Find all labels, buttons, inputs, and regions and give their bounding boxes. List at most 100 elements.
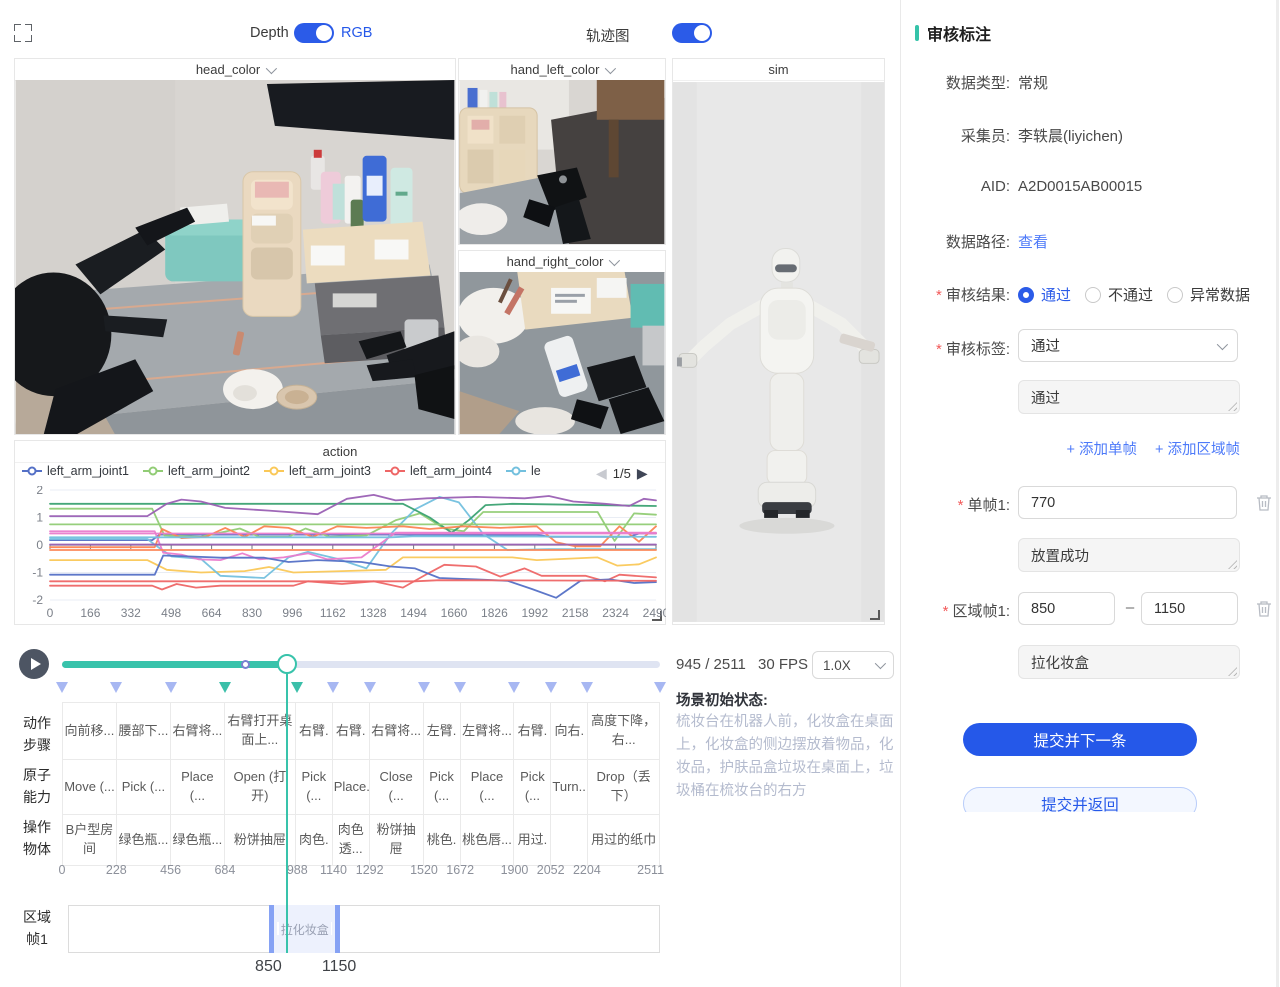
add-links: + 添加单帧 + 添加区域帧 bbox=[1018, 438, 1240, 459]
depth-label: Depth bbox=[250, 25, 289, 41]
data-path-link[interactable]: 查看 bbox=[1018, 231, 1048, 252]
review-tag-select[interactable]: 通过 bbox=[1018, 329, 1238, 362]
svg-text:2490: 2490 bbox=[643, 606, 666, 620]
action-step-cell: 右臂将... bbox=[170, 703, 224, 760]
depth-rgb-toggle[interactable] bbox=[294, 23, 334, 43]
region-frame-note[interactable]: 拉化妆盒 bbox=[1018, 645, 1240, 679]
speed-select[interactable]: 1.0X bbox=[812, 651, 894, 679]
submit-next-button[interactable]: 提交并下一条 bbox=[963, 723, 1197, 756]
hand-left-camera-header[interactable]: hand_left_color bbox=[459, 59, 665, 81]
region-end-input[interactable]: 1150 bbox=[1141, 592, 1238, 625]
frame-axis-tick: 684 bbox=[214, 863, 235, 877]
radio-option-通过[interactable]: 通过 bbox=[1018, 284, 1071, 305]
atomic-skill-cell: Place (... bbox=[460, 760, 514, 815]
hand-left-camera-panel: hand_left_color bbox=[458, 58, 666, 245]
review-panel-title: 审核标注 bbox=[915, 21, 991, 45]
delete-region-frame-icon[interactable] bbox=[1256, 600, 1272, 617]
region-handle-left[interactable] bbox=[277, 922, 279, 935]
svg-text:1328: 1328 bbox=[360, 606, 387, 620]
legend-item-le[interactable]: le bbox=[506, 464, 541, 478]
legend-prev-icon[interactable]: ◀ bbox=[596, 465, 607, 482]
delete-single-frame-icon[interactable] bbox=[1256, 494, 1272, 511]
single-frame-label: *单帧1: bbox=[850, 494, 1010, 515]
action-line-chart[interactable]: 210-1-2016633249866483099611621328149416… bbox=[14, 486, 666, 623]
playhead-line[interactable] bbox=[286, 672, 288, 953]
timeline-marker-1140[interactable] bbox=[327, 682, 339, 693]
radio-label: 通过 bbox=[1041, 284, 1071, 305]
timeline-marker-1292[interactable] bbox=[364, 682, 376, 693]
fullscreen-icon[interactable] bbox=[14, 24, 32, 42]
collector-label: 采集员: bbox=[850, 125, 1010, 146]
single-frame-dot[interactable] bbox=[241, 660, 250, 669]
object-cell: 粉饼抽屉 bbox=[369, 815, 423, 866]
chevron-down-icon bbox=[609, 254, 620, 265]
action-step-cell: 右臂打开桌面上... bbox=[224, 703, 295, 760]
single-frame-input[interactable]: 770 bbox=[1018, 486, 1237, 519]
head-camera-panel: head_color bbox=[14, 58, 456, 435]
timeline-marker-456[interactable] bbox=[165, 682, 177, 693]
head-camera-image bbox=[15, 80, 455, 434]
single-frame-note[interactable]: 放置成功 bbox=[1018, 538, 1240, 572]
svg-text:2: 2 bbox=[36, 486, 43, 497]
play-button[interactable] bbox=[19, 649, 49, 679]
legend-item-left_arm_joint4[interactable]: left_arm_joint4 bbox=[385, 464, 492, 478]
timeline-marker-2511[interactable] bbox=[654, 682, 666, 693]
timeline-marker-684[interactable] bbox=[219, 682, 231, 693]
object-cell: 用过. bbox=[514, 815, 551, 866]
atomic-skill-cell: Turn... bbox=[551, 760, 588, 815]
atomic-skill-cell: Open (打开) bbox=[224, 760, 295, 815]
review-tag-value: 通过 bbox=[1031, 335, 1060, 356]
timeline-marker-1900[interactable] bbox=[508, 682, 520, 693]
required-asterisk: * bbox=[958, 497, 964, 514]
trajectory-toggle[interactable] bbox=[672, 23, 712, 43]
legend-item-left_arm_joint1[interactable]: left_arm_joint1 bbox=[22, 464, 129, 478]
slider-fill bbox=[62, 661, 287, 668]
review-tag-note[interactable]: 通过 bbox=[1018, 380, 1240, 414]
timeline-slider[interactable] bbox=[62, 661, 660, 668]
resize-grip-icon[interactable] bbox=[1228, 402, 1237, 411]
legend-item-left_arm_joint2[interactable]: left_arm_joint2 bbox=[143, 464, 250, 478]
radio-circle-icon bbox=[1018, 287, 1034, 303]
legend-item-left_arm_joint3[interactable]: left_arm_joint3 bbox=[264, 464, 371, 478]
resize-grip-icon[interactable] bbox=[1228, 667, 1237, 676]
frame-axis-tick: 1292 bbox=[356, 863, 384, 877]
action-step-cell: 向右. bbox=[551, 703, 588, 760]
submit-back-button[interactable]: 提交并返回 bbox=[963, 787, 1197, 812]
slider-handle[interactable] bbox=[277, 654, 297, 674]
timeline-marker-988[interactable] bbox=[291, 682, 303, 693]
timeline-marker-2204[interactable] bbox=[581, 682, 593, 693]
svg-text:1992: 1992 bbox=[521, 606, 548, 620]
fps-label: 30 FPS bbox=[758, 656, 808, 673]
legend-next-icon[interactable]: ▶ bbox=[637, 465, 648, 482]
add-single-frame-link[interactable]: + 添加单帧 bbox=[1067, 438, 1138, 459]
range-separator: – bbox=[1122, 599, 1138, 616]
resize-grip-icon[interactable] bbox=[1228, 560, 1237, 569]
radio-circle-icon bbox=[1167, 287, 1183, 303]
object-cell: 桃色. bbox=[423, 815, 460, 866]
object-cell: 绿色瓶... bbox=[116, 815, 170, 866]
timeline-marker-2052[interactable] bbox=[545, 682, 557, 693]
region-track-label: 区域 帧1 bbox=[14, 906, 60, 950]
panel-scrollbar[interactable] bbox=[1276, 0, 1279, 987]
head-camera-title: head_color bbox=[196, 62, 260, 77]
frame-axis-tick: 1140 bbox=[320, 863, 347, 877]
region-handle-right[interactable] bbox=[331, 922, 333, 935]
region-track-bar[interactable]: 拉化妆盒 bbox=[68, 905, 660, 953]
radio-option-异常数据[interactable]: 异常数据 bbox=[1167, 284, 1250, 305]
timeline-marker-1520[interactable] bbox=[418, 682, 430, 693]
timeline-marker-0[interactable] bbox=[56, 682, 68, 693]
region-frame-label-text: 区域帧1: bbox=[952, 603, 1010, 620]
hand-right-camera-header[interactable]: hand_right_color bbox=[459, 251, 665, 273]
svg-text:0: 0 bbox=[36, 538, 43, 552]
region-start-value: 850 bbox=[255, 958, 282, 976]
radio-option-不通过[interactable]: 不通过 bbox=[1085, 284, 1153, 305]
region-block[interactable]: 拉化妆盒 bbox=[269, 905, 340, 953]
head-camera-header[interactable]: head_color bbox=[15, 59, 455, 81]
frame-axis-tick: 2204 bbox=[573, 863, 601, 877]
timeline-marker-228[interactable] bbox=[110, 682, 122, 693]
region-start-input[interactable]: 850 bbox=[1018, 592, 1115, 625]
timeline-marker-1672[interactable] bbox=[454, 682, 466, 693]
atomic-skill-cell: Move (... bbox=[63, 760, 117, 815]
add-region-frame-link[interactable]: + 添加区域帧 bbox=[1155, 438, 1240, 459]
object-cell: B户型房间 bbox=[63, 815, 117, 866]
